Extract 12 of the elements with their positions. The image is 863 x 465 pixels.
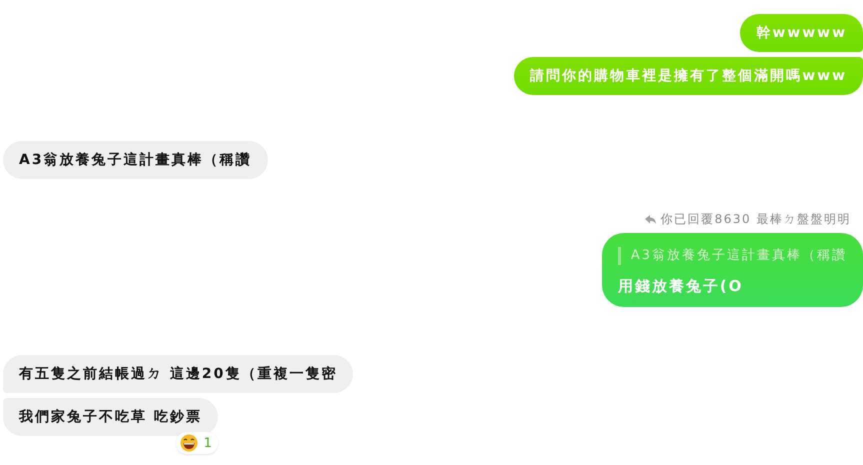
quoted-message: A3翁放養兔子這計畫真棒（稱讚 [618, 247, 847, 265]
message-bubble: 我們家兔子不吃草 吃鈔票 [3, 398, 218, 436]
laughing-face-icon [180, 434, 198, 452]
reaction-badge[interactable]: 1 [176, 432, 218, 454]
reply-arrow-icon [644, 215, 656, 224]
message-bubble: 請問你的購物車裡是擁有了整個滿開嗎www [514, 57, 863, 95]
reaction-count: 1 [204, 436, 212, 450]
reply-label: 你已回覆8630 最棒ㄉ盤盤明明 [660, 211, 851, 228]
message-text: 用錢放養兔子(O [618, 277, 744, 295]
message-bubble: A3翁放養兔子這計畫真棒（稱讚 [3, 141, 268, 179]
message-bubble: 有五隻之前結帳過ㄉ 這邊20隻（重複一隻密 [3, 355, 354, 393]
message-bubble: 幹wwwww [740, 14, 863, 52]
